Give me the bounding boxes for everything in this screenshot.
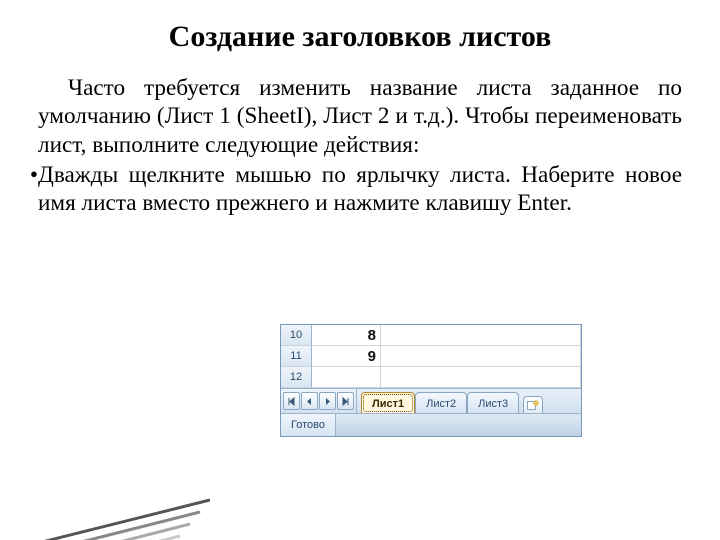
sheet-tab[interactable]: Лист3: [467, 392, 519, 413]
intro-paragraph: Часто требуется изменить название листа …: [38, 74, 682, 159]
new-sheet-icon[interactable]: [523, 396, 543, 413]
nav-last-icon[interactable]: [337, 392, 354, 410]
nav-next-icon[interactable]: [319, 392, 336, 410]
sheet-tab[interactable]: Лист2: [415, 392, 467, 413]
sheet-tabs: Лист1 Лист2 Лист3: [357, 389, 581, 413]
status-bar: Готово: [281, 413, 581, 436]
excel-grid: 10 8 11 9 12: [281, 325, 581, 388]
nav-first-icon[interactable]: [283, 392, 300, 410]
slide: Создание заголовков листов Часто требует…: [0, 0, 720, 540]
status-text: Готово: [281, 414, 336, 436]
table-row: 12: [281, 367, 581, 388]
cell[interactable]: 9: [312, 346, 381, 367]
sheet-nav-buttons: [281, 389, 357, 413]
body-text: Часто требуется изменить название листа …: [38, 74, 682, 217]
sheet-tab-active[interactable]: Лист1: [361, 392, 415, 413]
nav-prev-icon[interactable]: [301, 392, 318, 410]
table-row: 11 9: [281, 346, 581, 367]
bullet-mark: •: [20, 161, 38, 189]
cell[interactable]: [381, 346, 581, 367]
bullet-item: • Дважды щелкните мышью по ярлычку листа…: [38, 161, 682, 218]
cell[interactable]: [381, 325, 581, 346]
page-title: Создание заголовков листов: [0, 20, 720, 54]
bullet-text: Дважды щелкните мышью по ярлычку листа. …: [38, 161, 682, 218]
row-header[interactable]: 12: [281, 367, 312, 388]
cell[interactable]: 8: [312, 325, 381, 346]
cell[interactable]: [381, 367, 581, 388]
decorative-lines: [0, 450, 210, 540]
row-header[interactable]: 10: [281, 325, 312, 346]
row-header[interactable]: 11: [281, 346, 312, 367]
sheet-tab-bar: Лист1 Лист2 Лист3: [281, 388, 581, 413]
excel-screenshot: 10 8 11 9 12: [280, 324, 582, 437]
cell[interactable]: [312, 367, 381, 388]
table-row: 10 8: [281, 325, 581, 346]
